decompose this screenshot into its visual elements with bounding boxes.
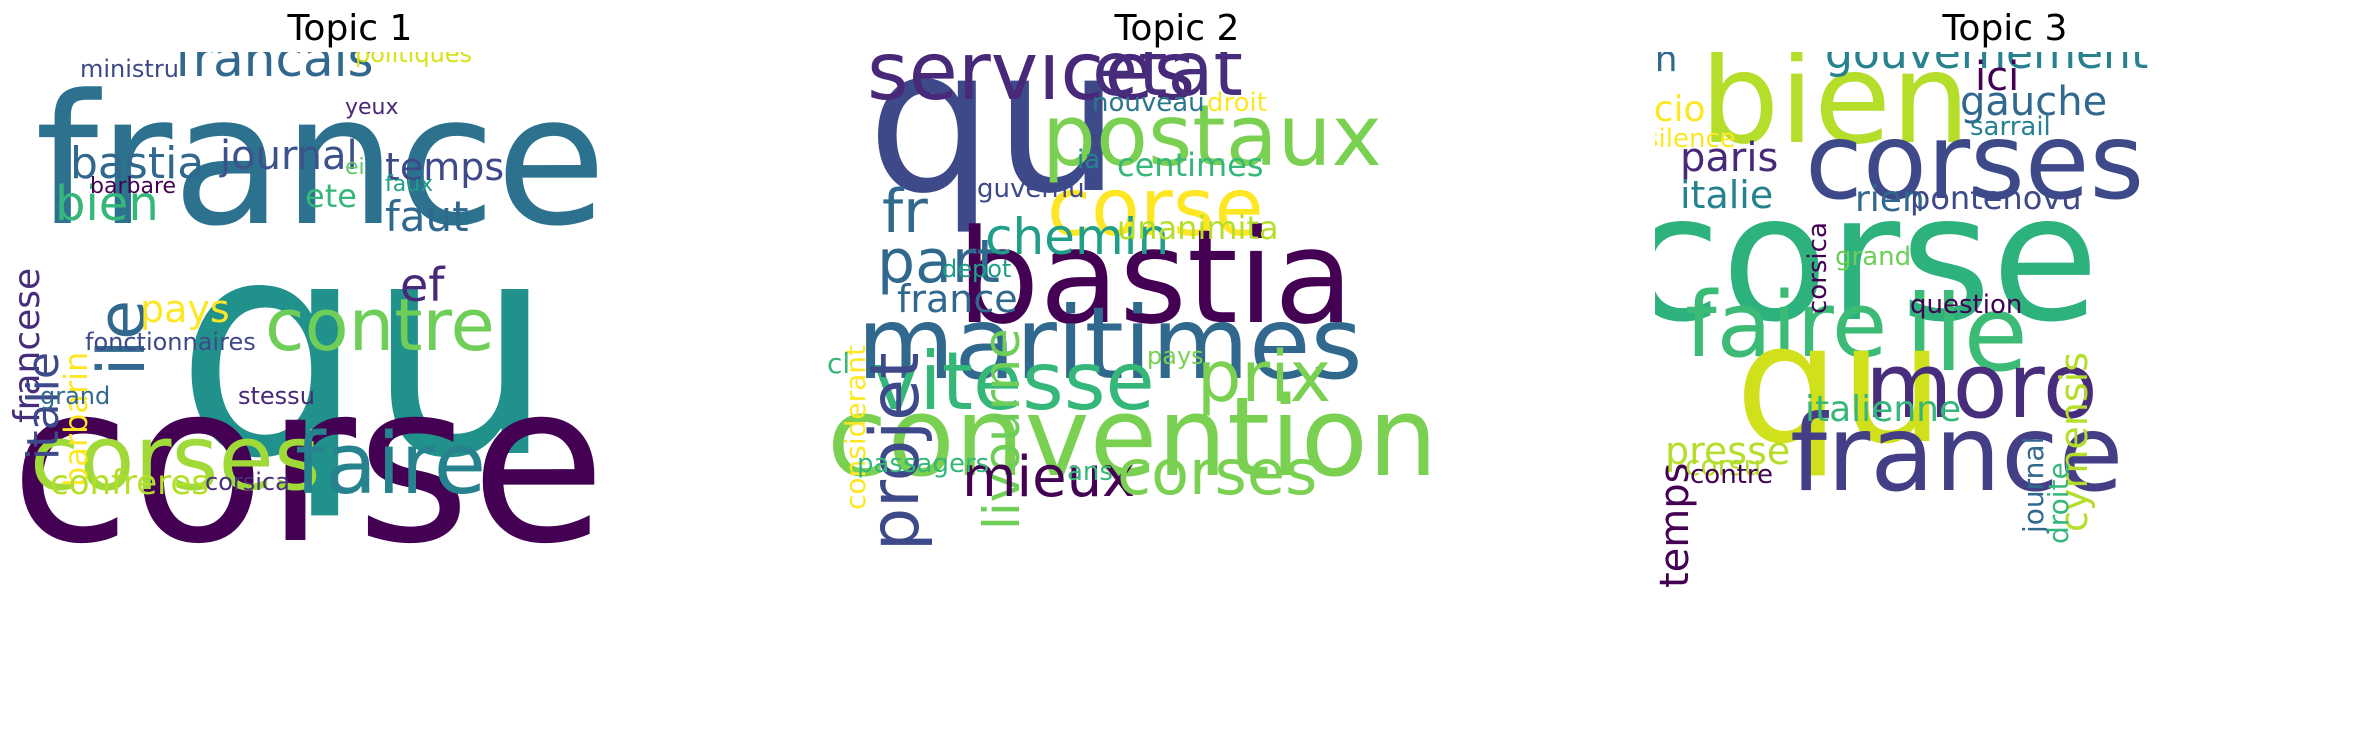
word-francais: francais <box>175 52 374 88</box>
word-unanimita: unanimita <box>1117 209 1279 247</box>
word-journal: journal <box>220 133 358 179</box>
word-corsica: corsica <box>1803 222 1833 314</box>
word-scio: scio <box>1655 89 1706 130</box>
word-cloud: qu services etat postaux corse bastia maritime… <box>827 52 1527 752</box>
word-cloud: qu france corse corses faire contre francais il… <box>0 52 700 752</box>
word-faire: faire <box>295 415 487 514</box>
word-fonctionnaires: fonctionnaires <box>85 328 256 356</box>
word-barbare: barbare <box>90 174 177 199</box>
word-nouveau: nouveau <box>1092 88 1205 118</box>
word-corses: corses <box>1117 436 1318 509</box>
word-stessu: stessu <box>238 382 315 410</box>
word-passagers: passagers <box>857 449 990 479</box>
word-pays: pays <box>1147 342 1204 370</box>
word-france: france <box>897 277 1018 321</box>
word-question: question <box>1910 290 2023 320</box>
word-ia: ia <box>1077 145 1101 175</box>
word-sarrail: sarrail <box>1970 112 2051 142</box>
word-ei: ei <box>345 155 365 180</box>
word-prix: prix <box>1197 336 1332 418</box>
word-faux: faux <box>385 172 434 197</box>
topic-panel-3: Topic 3 bien corses corse faire ile qu moro fra… <box>1655 0 2355 754</box>
word-ministru: ministru <box>80 55 179 83</box>
word-italie: italie <box>1680 173 1774 217</box>
word-confreres: confreres <box>50 463 210 503</box>
word-droit: droit <box>1207 88 1267 118</box>
word-ch: ch <box>1655 52 1678 80</box>
word-contre: contre <box>265 283 495 367</box>
word-faut: faut <box>385 192 469 241</box>
word-pontenovu: pontenovu <box>1910 179 2082 217</box>
word-yeux: yeux <box>345 95 399 120</box>
topic-title: Topic 3 <box>1942 8 2068 49</box>
topic-panel-2: Topic 2 qu services etat postaux corse bastia… <box>827 0 1527 754</box>
word-cl: cl <box>827 347 851 380</box>
word-cloud: bien corses corse faire ile qu moro france gouve… <box>1655 52 2355 752</box>
word-italienne: italienne <box>1805 389 1962 430</box>
word-contre: contre <box>1690 460 1773 490</box>
word-ete: ete <box>305 177 357 215</box>
word-pays: pays <box>140 287 230 331</box>
word-politiques: politiques <box>355 52 473 68</box>
word-guvernu: guvernu <box>977 174 1085 204</box>
word-droite: droite <box>2042 462 2075 544</box>
word-grand: grand <box>40 382 111 410</box>
topic-panel-1: Topic 1 qu france corse corses faire contre fr… <box>0 0 700 754</box>
topic-title: Topic 2 <box>1114 8 1240 49</box>
word-ans: ans <box>1067 457 1113 487</box>
word-centimes: centimes <box>1117 146 1264 184</box>
word-corsica: corsica <box>205 468 290 496</box>
topic-title: Topic 1 <box>287 8 413 49</box>
word-ef: ef <box>400 258 445 312</box>
word-grand: grand <box>1835 242 1912 272</box>
word-paris: paris <box>1680 135 1779 181</box>
